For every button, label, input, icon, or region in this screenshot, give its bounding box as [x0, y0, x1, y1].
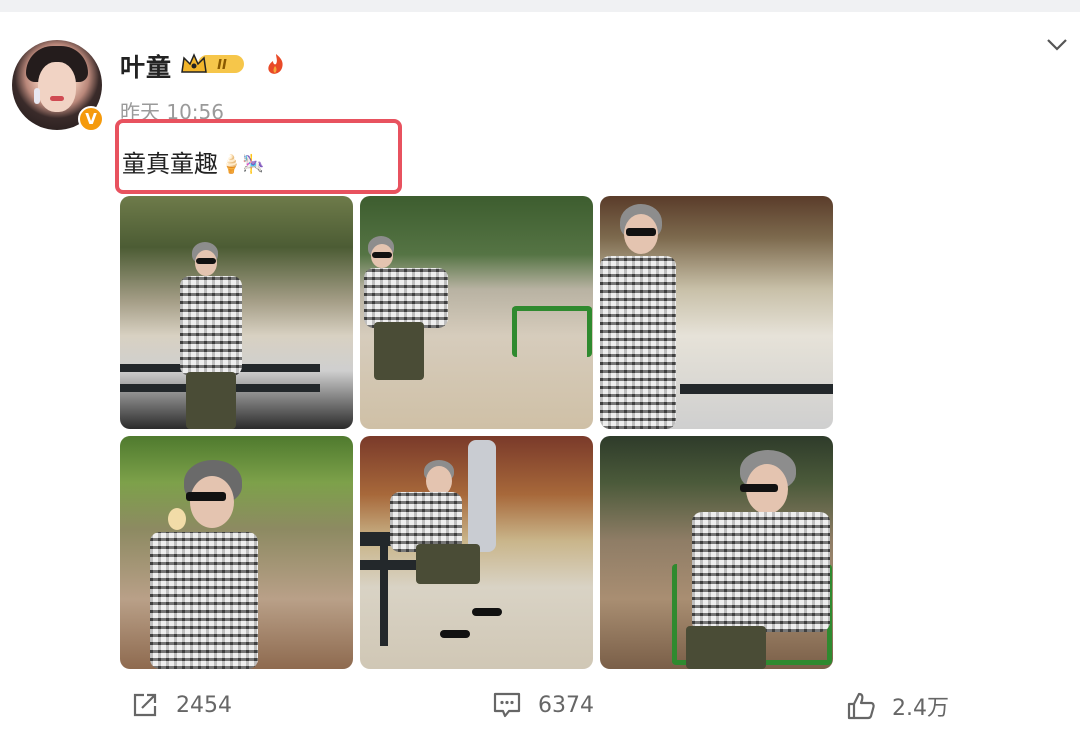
green-chair — [512, 306, 592, 357]
figure-shirt — [150, 532, 258, 669]
figure-pants — [416, 544, 480, 584]
verified-badge-icon: V — [78, 106, 104, 132]
figure-shirt — [600, 256, 676, 429]
avatar-lips — [50, 96, 64, 101]
sunglasses — [372, 252, 392, 258]
post-image-4[interactable] — [120, 436, 353, 669]
figure-pants — [374, 322, 424, 380]
figure-shirt — [390, 492, 462, 552]
avatar-earring — [34, 88, 40, 104]
sunglasses — [186, 492, 226, 501]
fire-icon — [268, 54, 283, 74]
repost-icon — [133, 693, 157, 717]
figure-shirt — [692, 512, 830, 632]
chevron-down-icon[interactable] — [1046, 38, 1068, 52]
comment-count: 6374 — [538, 692, 594, 718]
repost-count: 2454 — [176, 692, 232, 718]
post-image-1[interactable] — [120, 196, 353, 429]
shoe — [440, 630, 470, 638]
avatar-face — [38, 62, 76, 112]
figure-shirt — [180, 276, 242, 376]
like-count: 2.4万 — [892, 696, 949, 721]
like-button[interactable]: 2.4万 — [846, 690, 949, 722]
sunglasses — [626, 228, 656, 236]
bench-leg — [380, 546, 388, 646]
post-image-2[interactable] — [360, 196, 593, 429]
figure-shirt — [364, 268, 448, 328]
figure-pants — [186, 372, 236, 429]
comment-icon — [493, 692, 521, 718]
sunglasses — [196, 258, 216, 264]
member-level-label: II — [217, 58, 227, 73]
bench — [680, 384, 833, 394]
sunglasses — [740, 484, 778, 492]
post-image-6[interactable] — [600, 436, 833, 669]
post-image-3[interactable] — [600, 196, 833, 429]
top-divider — [0, 0, 1080, 12]
like-icon — [847, 692, 875, 720]
figure-pants — [686, 626, 766, 669]
repost-button[interactable]: 2454 — [130, 690, 232, 720]
author-name[interactable]: 叶童 — [120, 48, 172, 84]
comment-button[interactable]: 6374 — [492, 690, 594, 720]
shoe — [472, 608, 502, 616]
crown-badge-icon[interactable]: II — [180, 52, 246, 76]
carousel-pole — [468, 440, 496, 552]
text-highlight-box — [115, 119, 402, 194]
figure-head — [190, 476, 234, 528]
ice-cream — [168, 508, 186, 530]
post-image-5[interactable] — [360, 436, 593, 669]
